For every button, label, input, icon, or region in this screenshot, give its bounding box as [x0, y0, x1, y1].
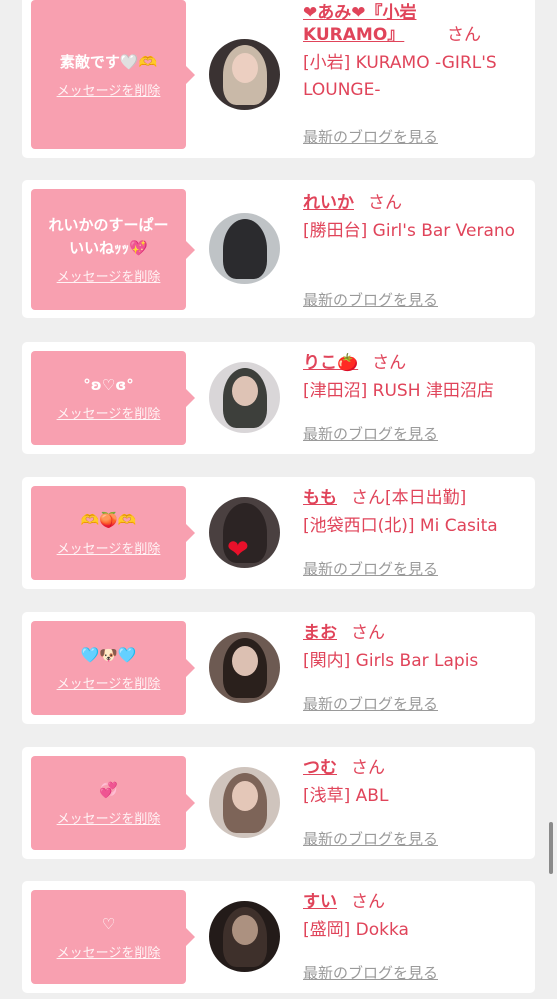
- delete-message-link[interactable]: メッセージを削除: [57, 808, 161, 827]
- honorific: さん: [368, 193, 402, 213]
- message-text: れいかのすーぱー いいねｯｯ💖: [48, 216, 169, 257]
- latest-blog-link[interactable]: 最新のブログを見る: [303, 962, 438, 983]
- user-name-link[interactable]: もも: [303, 488, 337, 508]
- avatar[interactable]: [209, 362, 280, 433]
- avatar[interactable]: [209, 901, 280, 972]
- message-bubble: 💞 メッセージを削除: [31, 756, 195, 850]
- honorific: さん: [351, 892, 385, 912]
- shop-name: [小岩] KURAMO -GIRL'S LOUNGE-: [303, 53, 497, 100]
- list-item: 🩵🐶🩵 メッセージを削除 まお さん [関内] Girls Bar Lapis 最…: [22, 612, 535, 724]
- list-item: 💞 メッセージを削除 つむ さん [浅草] ABL 最新のブログを見る: [22, 747, 535, 859]
- honorific: さん: [351, 758, 385, 778]
- user-name-link[interactable]: りこ🍅: [303, 353, 358, 373]
- list-item: 🫶🍑🫶 メッセージを削除 ❤ もも さん[本日出勤] [池袋西口(北)] Mi C…: [22, 477, 535, 589]
- user-info: すい さん [盛岡] Dokka: [303, 891, 529, 944]
- honorific: さん: [351, 488, 385, 508]
- avatar[interactable]: [209, 39, 280, 110]
- delete-message-link[interactable]: メッセージを削除: [57, 403, 161, 422]
- user-info: りこ🍅 さん [津田沼] RUSH 津田沼店: [303, 352, 529, 405]
- user-info: つむ さん [浅草] ABL: [303, 757, 529, 810]
- latest-blog-link[interactable]: 最新のブログを見る: [303, 828, 438, 849]
- latest-blog-link[interactable]: 最新のブログを見る: [303, 693, 438, 714]
- message-bubble: 🩵🐶🩵 メッセージを削除: [31, 621, 195, 715]
- honorific: さん: [372, 353, 407, 373]
- list-item: 素敵です🤍🫶 メッセージを削除 ❤あみ❤『小岩KURAMO』 さん [小岩] KU…: [22, 0, 535, 158]
- user-info: ❤あみ❤『小岩KURAMO』 さん [小岩] KURAMO -GIRL'S LOU…: [303, 2, 529, 104]
- user-info: もも さん[本日出勤] [池袋西口(北)] Mi Casita: [303, 487, 529, 540]
- message-text: 素敵です🤍🫶: [59, 52, 158, 71]
- message-text: ♡: [101, 915, 116, 933]
- shop-name: [勝田台] Girl's Bar Verano: [303, 221, 516, 241]
- honorific: さん: [351, 623, 385, 643]
- user-info: れいか さん [勝田台] Girl's Bar Verano: [303, 192, 529, 245]
- list-item: ♡ メッセージを削除 すい さん [盛岡] Dokka 最新のブログを見る: [22, 881, 535, 993]
- avatar[interactable]: [209, 767, 280, 838]
- shop-name: [池袋西口(北)] Mi Casita: [303, 516, 498, 536]
- delete-message-link[interactable]: メッセージを削除: [57, 538, 161, 557]
- user-status: [本日出勤]: [385, 488, 467, 508]
- user-name-link[interactable]: れいか: [303, 193, 354, 213]
- user-name-link[interactable]: まお: [303, 623, 337, 643]
- delete-message-link[interactable]: メッセージを削除: [57, 80, 161, 99]
- message-bubble: 素敵です🤍🫶 メッセージを削除: [31, 0, 195, 149]
- delete-message-link[interactable]: メッセージを削除: [57, 942, 161, 961]
- delete-message-link[interactable]: メッセージを削除: [57, 266, 161, 285]
- honorific: さん: [447, 25, 481, 45]
- latest-blog-link[interactable]: 最新のブログを見る: [303, 558, 438, 579]
- message-text: °ʚ♡ɞ°: [83, 376, 134, 394]
- message-text: 🫶🍑🫶: [80, 511, 137, 529]
- shop-name: [津田沼] RUSH 津田沼店: [303, 381, 494, 401]
- latest-blog-link[interactable]: 最新のブログを見る: [303, 126, 438, 147]
- message-bubble: ♡ メッセージを削除: [31, 890, 195, 984]
- message-bubble: れいかのすーぱー いいねｯｯ💖 メッセージを削除: [31, 189, 195, 310]
- message-text: 💞: [99, 781, 118, 799]
- user-name-link[interactable]: つむ: [303, 758, 337, 778]
- shop-name: [盛岡] Dokka: [303, 920, 409, 940]
- message-text: 🩵🐶🩵: [80, 646, 137, 664]
- avatar[interactable]: [209, 213, 280, 284]
- list-item: れいかのすーぱー いいねｯｯ💖 メッセージを削除 れいか さん [勝田台] Gir…: [22, 180, 535, 318]
- scrollbar[interactable]: [549, 822, 553, 874]
- user-info: まお さん [関内] Girls Bar Lapis: [303, 622, 529, 675]
- latest-blog-link[interactable]: 最新のブログを見る: [303, 423, 438, 444]
- shop-name: [関内] Girls Bar Lapis: [303, 651, 479, 671]
- user-name-link[interactable]: すい: [303, 892, 337, 912]
- avatar[interactable]: ❤: [209, 497, 280, 568]
- list-item: °ʚ♡ɞ° メッセージを削除 りこ🍅 さん [津田沼] RUSH 津田沼店 最新の…: [22, 342, 535, 454]
- avatar[interactable]: [209, 632, 280, 703]
- delete-message-link[interactable]: メッセージを削除: [57, 673, 161, 692]
- girl-portrait-icon: [223, 219, 267, 279]
- user-name-link[interactable]: ❤あみ❤『小岩KURAMO』: [303, 2, 433, 46]
- shop-name: [浅草] ABL: [303, 786, 389, 806]
- latest-blog-link[interactable]: 最新のブログを見る: [303, 289, 438, 310]
- message-bubble: 🫶🍑🫶 メッセージを削除: [31, 486, 195, 580]
- message-bubble: °ʚ♡ɞ° メッセージを削除: [31, 351, 195, 445]
